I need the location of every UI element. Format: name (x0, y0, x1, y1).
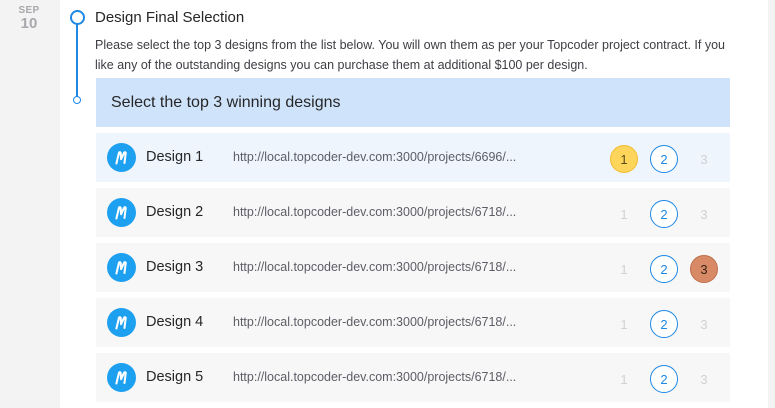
design-list: Design 1 http://local.topcoder-dev.com:3… (96, 133, 730, 408)
rank-1-button[interactable]: 1 (610, 365, 638, 393)
banner-text: Select the top 3 winning designs (111, 93, 341, 111)
rank-1-button[interactable]: 1 (610, 310, 638, 338)
marvelapp-icon (107, 308, 136, 337)
design-name: Design 4 (146, 314, 204, 330)
rank-3-button[interactable]: 3 (690, 365, 718, 393)
rank-3-button[interactable]: 3 (690, 200, 718, 228)
date-day: 10 (20, 15, 38, 32)
design-selection-card: Design Final Selection Please select the… (60, 0, 768, 408)
design-row: Design 5 http://local.topcoder-dev.com:3… (96, 353, 730, 402)
rank-2-button[interactable]: 2 (650, 365, 678, 393)
rank-1-button[interactable]: 1 (610, 200, 638, 228)
marvelapp-icon (107, 363, 136, 392)
marvelapp-icon (107, 143, 136, 172)
marvelapp-icon (107, 253, 136, 282)
marvelapp-icon (107, 198, 136, 227)
rank-1-button[interactable]: 1 (610, 255, 638, 283)
rank-3-button[interactable]: 3 (690, 255, 718, 283)
design-link[interactable]: http://local.topcoder-dev.com:3000/proje… (233, 315, 533, 329)
design-row: Design 2 http://local.topcoder-dev.com:3… (96, 188, 730, 237)
design-row: Design 4 http://local.topcoder-dev.com:3… (96, 298, 730, 347)
step-description: Please select the top 3 designs from the… (95, 38, 725, 72)
timeline-date: SEP 10 (0, 0, 60, 408)
design-link[interactable]: http://local.topcoder-dev.com:3000/proje… (233, 150, 533, 164)
timeline-line (76, 20, 78, 100)
design-name: Design 5 (146, 369, 204, 385)
rank-3-button[interactable]: 3 (690, 310, 718, 338)
timeline-step-dot-icon (70, 10, 85, 25)
rank-2-button[interactable]: 2 (650, 310, 678, 338)
design-link[interactable]: http://local.topcoder-dev.com:3000/proje… (233, 370, 533, 384)
rank-2-button[interactable]: 2 (650, 145, 678, 173)
design-link[interactable]: http://local.topcoder-dev.com:3000/proje… (233, 260, 533, 274)
design-name: Design 2 (146, 204, 204, 220)
selection-banner: Select the top 3 winning designs (96, 78, 730, 127)
design-row: Design 1 http://local.topcoder-dev.com:3… (96, 133, 730, 182)
rank-1-button[interactable]: 1 (610, 145, 638, 173)
rank-2-button[interactable]: 2 (650, 200, 678, 228)
design-row: Design 3 http://local.topcoder-dev.com:3… (96, 243, 730, 292)
rank-3-button[interactable]: 3 (690, 145, 718, 173)
design-link[interactable]: http://local.topcoder-dev.com:3000/proje… (233, 205, 533, 219)
design-name: Design 1 (146, 149, 204, 165)
timeline-end-dot-icon (73, 96, 81, 104)
step-title: Design Final Selection (95, 9, 245, 26)
rank-2-button[interactable]: 2 (650, 255, 678, 283)
design-name: Design 3 (146, 259, 204, 275)
